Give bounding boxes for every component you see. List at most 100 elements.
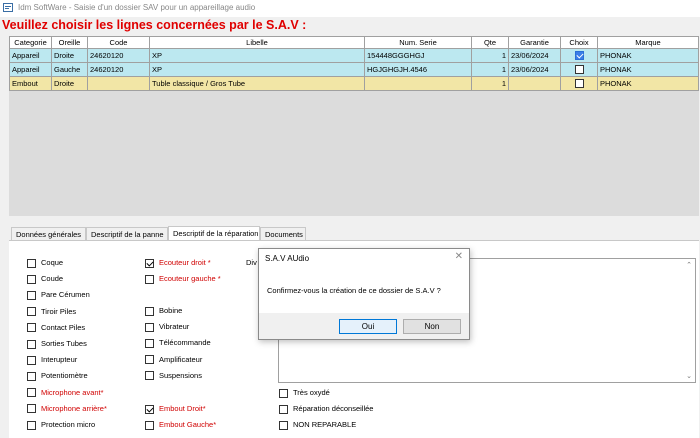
non-button[interactable]: Non: [403, 319, 461, 334]
table-header: Categorie Oreille Code Libelle Num. Seri…: [9, 36, 699, 49]
checkbox-row[interactable]: Pare Cérumen: [27, 290, 90, 302]
col-header[interactable]: Marque: [597, 36, 699, 49]
scroll-down-icon[interactable]: ⌄: [685, 372, 693, 380]
checkbox-row[interactable]: Coude: [27, 274, 63, 286]
checkbox[interactable]: [27, 274, 36, 284]
cell-code: 24620120: [87, 48, 150, 63]
checkbox[interactable]: [279, 404, 288, 414]
checkbox-label: Interupteur: [41, 355, 78, 365]
checkbox-label: Ecouteur droit *: [159, 258, 211, 267]
cell-oreille: Droite: [51, 48, 88, 63]
checkbox[interactable]: [27, 371, 36, 381]
confirm-dialog: S.A.V AUdio ✕ Confirmez-vous la création…: [258, 248, 470, 340]
tab-descriptif-panne[interactable]: Descriptif de la panne: [86, 227, 168, 240]
checkbox[interactable]: [145, 420, 154, 430]
checkbox[interactable]: [145, 371, 154, 381]
checkbox[interactable]: [27, 307, 36, 317]
col-header[interactable]: Garantie: [508, 36, 561, 49]
col-header[interactable]: Num. Serie: [364, 36, 472, 49]
cell-qte: 1: [471, 76, 509, 91]
checkbox[interactable]: [145, 274, 154, 284]
choix-checkbox[interactable]: [574, 79, 584, 89]
checkbox[interactable]: [27, 290, 36, 300]
choix-checkbox[interactable]: [574, 65, 584, 75]
checkbox[interactable]: [145, 355, 154, 365]
checkbox[interactable]: [27, 355, 36, 365]
dialog-footer: Oui Non: [259, 313, 469, 339]
oui-button[interactable]: Oui: [339, 319, 397, 334]
checkbox-row[interactable]: Interupteur: [27, 355, 77, 367]
checkbox-row[interactable]: Bobine: [145, 306, 182, 318]
cell-garantie: 23/06/2024: [508, 62, 561, 77]
checkbox-row[interactable]: Microphone avant*: [27, 388, 104, 400]
checkbox-row[interactable]: Tiroir Piles: [27, 307, 76, 319]
close-icon[interactable]: ✕: [455, 251, 463, 262]
checkbox-label: Contact Piles: [41, 322, 86, 332]
checkbox-row[interactable]: Suspensions: [145, 371, 202, 383]
checkbox-label: Télécommande: [159, 338, 211, 348]
checkbox-row[interactable]: NON REPARABLE: [279, 420, 356, 432]
checkbox[interactable]: [145, 258, 154, 268]
checkbox-row[interactable]: Sorties Tubes: [27, 339, 87, 351]
cell-choix: [560, 48, 598, 63]
col-header[interactable]: Code: [87, 36, 150, 49]
checkbox-label: Sorties Tubes: [41, 339, 87, 348]
cell-choix: [560, 62, 598, 77]
checkbox-label: Embout Droit*: [159, 404, 206, 413]
checkbox-label: Embout Gauche*: [159, 420, 217, 430]
table-row[interactable]: Appareil Gauche 24620120 XP HGJGHGJH.454…: [9, 62, 699, 77]
checkbox[interactable]: [27, 420, 36, 430]
col-header[interactable]: Oreille: [51, 36, 88, 49]
checkbox[interactable]: [145, 306, 154, 316]
checkbox-row[interactable]: Potentiomètre: [27, 371, 88, 383]
table-row[interactable]: Embout Droite Tuble classique / Gros Tub…: [9, 76, 699, 91]
checkbox[interactable]: [27, 258, 36, 268]
checkbox-row[interactable]: Microphone arrière*: [27, 404, 107, 416]
table-row[interactable]: Appareil Droite 24620120 XP 154448GGGHGJ…: [9, 48, 699, 63]
checkbox[interactable]: [145, 322, 154, 332]
choix-checkbox[interactable]: [574, 51, 584, 61]
col-header[interactable]: Qte: [471, 36, 509, 49]
sav-lines-table: Categorie Oreille Code Libelle Num. Seri…: [9, 36, 699, 91]
cell-code: [87, 76, 150, 91]
checkbox[interactable]: [27, 323, 36, 333]
cell-marque: PHONAK: [597, 76, 699, 91]
tab-documents[interactable]: Documents: [260, 227, 306, 240]
checkbox-row[interactable]: Ecouteur gauche *: [145, 274, 221, 286]
checkbox-label: Protection micro: [41, 420, 96, 429]
scroll-up-icon[interactable]: ⌃: [685, 261, 693, 269]
tab-donnees-generales[interactable]: Données générales: [11, 227, 86, 240]
checkbox[interactable]: [27, 388, 36, 398]
tab-descriptif-reparation[interactable]: Descriptif de la réparation: [168, 226, 260, 241]
checkbox[interactable]: [279, 420, 288, 430]
checkbox[interactable]: [27, 404, 36, 414]
divers-label: Div: [246, 258, 257, 267]
checkbox[interactable]: [145, 338, 154, 348]
col-header[interactable]: Choix: [560, 36, 598, 49]
dialog-message: Confirmez-vous la création de ce dossier…: [267, 286, 441, 295]
checkbox-row[interactable]: Vibrateur: [145, 322, 189, 334]
checkbox-row[interactable]: Amplificateur: [145, 355, 202, 367]
col-header[interactable]: Libelle: [149, 36, 365, 49]
cell-libelle: Tuble classique / Gros Tube: [149, 76, 365, 91]
checkbox[interactable]: [145, 404, 154, 414]
cell-qte: 1: [471, 62, 509, 77]
checkbox-row[interactable]: Télécommande: [145, 338, 211, 350]
cell-num-serie: [364, 76, 472, 91]
checkbox[interactable]: [279, 388, 288, 398]
cell-oreille: Gauche: [51, 62, 88, 77]
checkbox-row[interactable]: Très oxydé: [279, 388, 330, 400]
checkbox-row[interactable]: Ecouteur droit *: [145, 258, 211, 270]
cell-libelle: XP: [149, 62, 365, 77]
checkbox-row[interactable]: Embout Droit*: [145, 404, 206, 416]
checkbox-row[interactable]: Contact Piles: [27, 323, 85, 335]
checkbox-row[interactable]: Réparation déconseillée: [279, 404, 373, 416]
checkbox[interactable]: [27, 339, 36, 349]
checkbox-label: Microphone arrière*: [41, 403, 107, 413]
app-icon: [3, 3, 13, 12]
cell-garantie: [508, 76, 561, 91]
col-header[interactable]: Categorie: [9, 36, 52, 49]
checkbox-row[interactable]: Embout Gauche*: [145, 420, 216, 432]
checkbox-row[interactable]: Coque: [27, 258, 63, 270]
checkbox-row[interactable]: Protection micro: [27, 420, 95, 432]
